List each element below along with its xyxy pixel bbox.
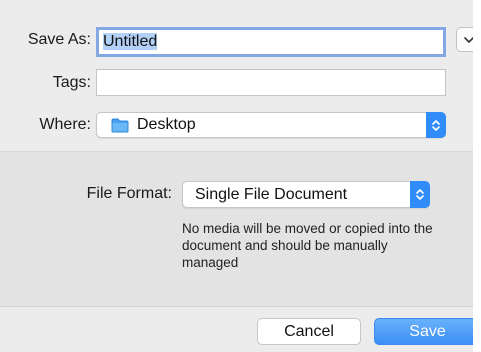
where-stepper[interactable] xyxy=(426,112,446,138)
folder-icon xyxy=(111,118,129,133)
file-format-stepper[interactable] xyxy=(410,181,430,208)
up-down-chevron-icon xyxy=(416,189,424,200)
window-edge xyxy=(473,0,481,352)
save-dialog: Save As: Untitled Tags: Where: Desktop F… xyxy=(0,0,481,352)
filename-value[interactable]: Untitled xyxy=(103,33,158,50)
tags-field[interactable] xyxy=(96,69,446,96)
file-format-value: Single File Document xyxy=(195,186,348,203)
where-label: Where: xyxy=(39,116,91,133)
filename-field[interactable]: Untitled xyxy=(96,27,446,57)
where-value: Desktop xyxy=(137,116,196,133)
file-format-popup[interactable]: Single File Document xyxy=(182,181,430,208)
save-location-section: Save As: Untitled Tags: Where: Desktop xyxy=(0,0,481,151)
tags-label: Tags: xyxy=(52,74,91,91)
save-button[interactable]: Save xyxy=(374,318,481,345)
file-format-label: File Format: xyxy=(86,185,172,202)
where-popup[interactable]: Desktop xyxy=(96,112,446,138)
format-note: No media will be moved or copied into th… xyxy=(182,221,433,270)
up-down-chevron-icon xyxy=(432,119,440,131)
cancel-button[interactable]: Cancel xyxy=(257,318,361,345)
save-as-label: Save As: xyxy=(27,31,91,48)
